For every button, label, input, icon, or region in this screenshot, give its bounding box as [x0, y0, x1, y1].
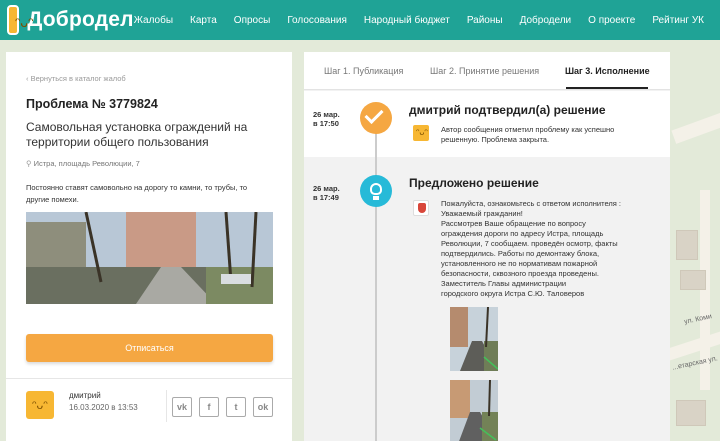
event-date-day: 26 мар.: [313, 110, 340, 119]
nav-item-about[interactable]: О проекте: [588, 15, 635, 26]
message-line: решенную. Проблема закрыта.: [441, 135, 550, 144]
message-line: Автор сообщения отметил проблему как усп…: [441, 125, 615, 134]
timeline-event: [304, 91, 670, 157]
nav-item-rating[interactable]: Рейтинг УК: [652, 15, 704, 26]
brand-name[interactable]: Добродел: [27, 8, 133, 32]
message-line: Уважаемый гражданин!: [441, 209, 523, 218]
author-date: 16.03.2020 в 13:53: [69, 403, 138, 412]
back-to-catalog-link[interactable]: ‹ Вернуться в каталог жалоб: [26, 74, 126, 83]
event-message: Автор сообщения отметил проблему как усп…: [441, 125, 614, 145]
tab-step-2[interactable]: Шаг 2. Принятие решения: [430, 66, 539, 76]
problem-number: Проблема № 3779824: [26, 97, 158, 111]
author-avatar: ᵔᴗᵔ: [26, 391, 54, 419]
facebook-share-icon[interactable]: f: [199, 397, 219, 417]
divider: [166, 390, 167, 422]
nav-item-votes[interactable]: Голосования: [287, 15, 347, 26]
step-tabs: Шаг 1. Публикация Шаг 2. Принятие решени…: [304, 52, 670, 90]
tab-step-1[interactable]: Шаг 1. Публикация: [324, 66, 403, 76]
top-header: ᵔᴗᵔ Добродел Жалобы Карта Опросы Голосов…: [0, 0, 720, 40]
tab-step-3[interactable]: Шаг 3. Исполнение: [565, 66, 650, 76]
event-date: 26 мар. в 17:49: [313, 184, 340, 202]
executor-crest-icon: [413, 200, 429, 216]
author-name: дмитрий: [69, 391, 101, 400]
message-line: установленного не по нормативам пожарной: [441, 259, 598, 268]
message-line: ограждения дороги по адресу Истра, площа…: [441, 229, 604, 238]
solution-photo[interactable]: [450, 380, 498, 441]
address-text: Истра, площадь Революции, 7: [33, 159, 140, 168]
problem-title: Самовольная установка ограждений на терр…: [26, 120, 248, 149]
message-line: городского округа Истра С.Ю. Таловеров: [441, 289, 585, 298]
vk-share-icon[interactable]: vk: [172, 397, 192, 417]
location-pin-icon: ⚲: [26, 159, 32, 168]
map-building: [676, 230, 698, 260]
map-road: [671, 110, 720, 144]
message-line: Заместитель Главы администрации: [441, 279, 567, 288]
event-date-time: в 17:49: [313, 193, 339, 202]
map-building: [676, 400, 706, 426]
problem-panel: ‹ Вернуться в каталог жалоб Проблема № 3…: [6, 52, 292, 441]
message-line: Пожалуйста, ознакомьтесь с ответом испол…: [441, 199, 621, 208]
nav-item-volunteers[interactable]: Добродели: [520, 15, 572, 26]
solution-photo[interactable]: [450, 307, 498, 371]
lightbulb-icon: [360, 175, 392, 207]
event-date-day: 26 мар.: [313, 184, 340, 193]
odnoklassniki-share-icon[interactable]: ok: [253, 397, 273, 417]
event-title: дмитрий подтвердил(а) решение: [409, 103, 606, 117]
nav-item-budget[interactable]: Народный бюджет: [364, 15, 450, 26]
message-line: безопасности, сквозного проезда проведен…: [441, 269, 599, 278]
divider: [6, 378, 292, 379]
active-tab-indicator: [566, 87, 648, 89]
event-date-time: в 17:50: [313, 119, 339, 128]
event-date: 26 мар. в 17:50: [313, 110, 340, 128]
main-nav: Жалобы Карта Опросы Голосования Народный…: [134, 15, 704, 26]
unsubscribe-button[interactable]: Отписаться: [26, 334, 273, 362]
author-avatar-small: ᵔᴗᵔ: [413, 125, 429, 141]
problem-photo[interactable]: [26, 212, 273, 304]
nav-item-map[interactable]: Карта: [190, 15, 217, 26]
event-message: Пожалуйста, ознакомьтесь с ответом испол…: [441, 199, 621, 299]
nav-item-complaints[interactable]: Жалобы: [134, 15, 173, 26]
event-title: Предложено решение: [409, 176, 539, 190]
timeline-panel: Шаг 1. Публикация Шаг 2. Принятие решени…: [304, 52, 670, 441]
map-street-label: ...етарская ул.: [671, 355, 719, 372]
twitter-share-icon[interactable]: t: [226, 397, 246, 417]
timeline-line: [375, 116, 377, 441]
map-building: [680, 270, 706, 290]
nav-item-districts[interactable]: Районы: [467, 15, 503, 26]
message-line: Рассмотрев Ваше обращение по вопросу: [441, 219, 586, 228]
message-line: Революции, 7 сообщаем. проведён осмотр, …: [441, 239, 618, 248]
problem-description: Постоянно ставят самовольно на дорогу то…: [26, 183, 248, 204]
logo-icon[interactable]: ᵔᴗᵔ: [7, 5, 33, 35]
nav-item-polls[interactable]: Опросы: [234, 15, 271, 26]
problem-address: ⚲ Истра, площадь Революции, 7: [26, 159, 140, 168]
message-line: подтвердились. Работы по демонтажу блока…: [441, 249, 600, 258]
confirmed-check-icon: [360, 102, 392, 134]
